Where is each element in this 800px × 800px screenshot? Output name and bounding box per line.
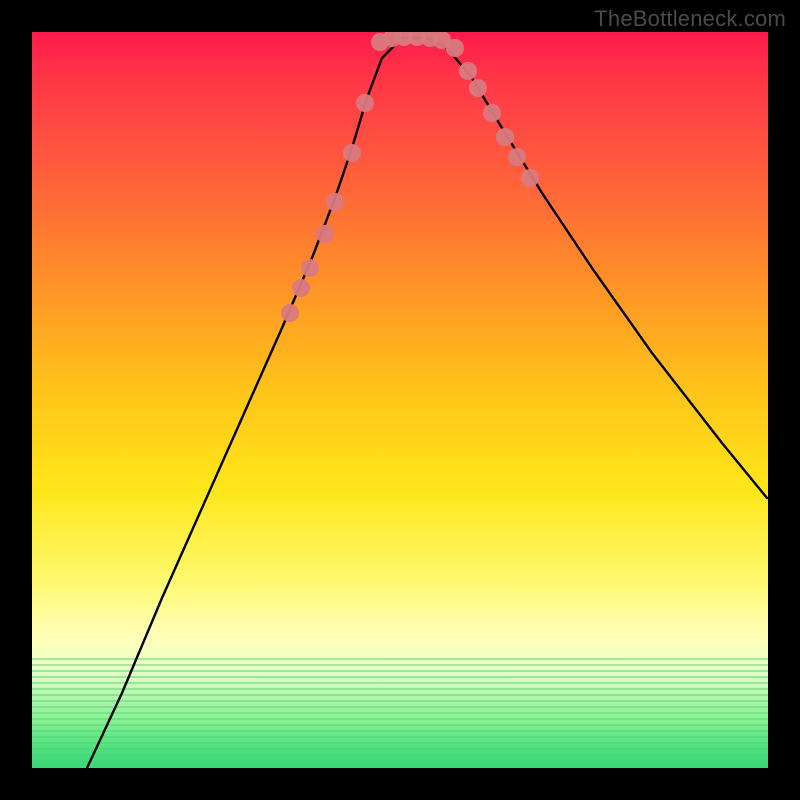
marker-dot (301, 259, 319, 277)
plot-area (32, 32, 768, 768)
marker-dot (343, 144, 361, 162)
marker-dot (483, 104, 501, 122)
bottleneck-curve (87, 38, 767, 768)
marker-dot (521, 169, 539, 187)
marker-dot (446, 39, 464, 57)
chart-frame: TheBottleneck.com (0, 0, 800, 800)
marker-dot (469, 79, 487, 97)
marker-dot (508, 148, 526, 166)
marker-dot (316, 225, 334, 243)
watermark-text: TheBottleneck.com (594, 6, 786, 32)
marker-dot (292, 279, 310, 297)
curve-markers (281, 32, 539, 322)
marker-dot (326, 193, 344, 211)
marker-dot (496, 128, 514, 146)
marker-dot (281, 304, 299, 322)
marker-dot (356, 94, 374, 112)
curve-layer (32, 32, 768, 768)
marker-dot (459, 62, 477, 80)
